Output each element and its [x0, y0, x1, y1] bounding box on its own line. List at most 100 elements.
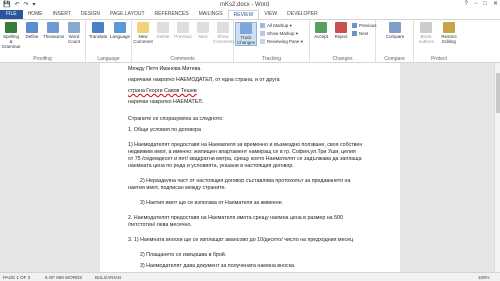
delete-comment-button[interactable]: Delete — [153, 22, 173, 39]
doc-line: /петстотин/ лева месечно. — [128, 222, 192, 228]
delete-icon — [157, 22, 169, 33]
next-comment-button[interactable]: Next — [193, 22, 213, 39]
changes-label: Changes — [332, 56, 353, 62]
comments-group: New Comment Delete Previous Next Show Co… — [132, 20, 235, 63]
doc-line: недвижим имот, а именно: жилищен апартам… — [128, 149, 356, 155]
comment-icon — [137, 22, 149, 33]
doc-line: от 75 /седемдесет и пет/ квадратни метра… — [128, 156, 362, 162]
previous-icon — [177, 22, 189, 33]
tab-page-layout[interactable]: PAGE LAYOUT — [105, 10, 150, 19]
doc-line: страна Георги Савов Тешев — [128, 88, 197, 95]
thesaurus-button[interactable]: Thesaurus — [43, 22, 64, 39]
tab-view[interactable]: VIEW — [259, 10, 282, 19]
word-count-indicator[interactable]: 5 OF 869 WORDS — [45, 274, 82, 281]
document-area: Мeждy Петя Иванова Митева наричани накра… — [0, 63, 500, 272]
track-changes-button[interactable]: Track Changes — [235, 22, 257, 46]
doc-line: 2) Плащането се извършва в брой. — [140, 252, 227, 258]
minimize-icon[interactable]: − — [474, 0, 478, 9]
show-comments-button[interactable]: Show Comments — [213, 22, 235, 44]
doc-line: 1. Общи условия по договора — [128, 127, 201, 133]
lock-icon — [443, 22, 455, 33]
tab-developer[interactable]: DEVELOPER — [282, 10, 323, 19]
accept-button[interactable]: Accept — [311, 22, 331, 39]
tracking-label: Tracking — [262, 56, 281, 62]
tab-design[interactable]: DESIGN — [76, 10, 105, 19]
tab-file[interactable]: FILE — [0, 10, 23, 19]
block-authors-icon — [420, 22, 432, 33]
reviewing-pane-dropdown[interactable]: Reviewing Pane ▾ — [260, 39, 303, 45]
doc-line-text: страна Георги Савов Тешев — [128, 88, 197, 94]
doc-line: 3. 1) Наемната вноски ще се изплащат ава… — [128, 237, 354, 243]
tab-references[interactable]: REFERENCES — [150, 10, 194, 19]
vertical-scrollbar[interactable] — [494, 63, 500, 272]
previous-change-button[interactable]: Previous — [352, 23, 377, 29]
reject-icon — [335, 22, 347, 33]
document-page[interactable]: Мeждy Петя Иванова Митева наричани накра… — [100, 63, 400, 272]
word-count-button[interactable]: Word Count — [64, 22, 84, 44]
undo-icon[interactable]: ↶ — [14, 1, 19, 9]
status-bar: PAGE 1 OF 3 5 OF 869 WORDS BULGARIAN 100… — [0, 272, 500, 281]
changes-group: Accept Reject Previous Next Changes — [310, 20, 377, 63]
save-icon[interactable]: 💾 — [3, 1, 10, 9]
show-markup-dropdown[interactable]: Show Markup ▾ — [260, 31, 298, 37]
doc-line: наемната цена по реда и условията, указа… — [128, 163, 294, 169]
show-comments-icon — [217, 22, 229, 33]
language-button[interactable]: Language — [110, 22, 130, 39]
proofing-label: Proofing — [33, 56, 52, 62]
window-title: mKs2.docx - Word — [220, 2, 270, 8]
next-icon — [197, 22, 209, 33]
next-change-icon — [352, 31, 357, 36]
redo-icon[interactable]: ↷ — [24, 1, 29, 9]
markup-icon — [260, 23, 265, 28]
customize-qat-icon[interactable]: ▾ — [33, 1, 36, 9]
display-for-review-dropdown[interactable]: All Markup ▾ — [260, 23, 292, 29]
protect-group: Block Authors Restrict Editing Protect — [414, 20, 464, 63]
previous-comment-button[interactable]: Previous — [173, 22, 193, 39]
new-comment-button[interactable]: New Comment — [133, 22, 153, 44]
compare-group: Compare Compare — [376, 20, 414, 63]
maximize-icon[interactable]: □ — [483, 0, 487, 9]
restrict-editing-button[interactable]: Restrict Editing — [439, 22, 459, 44]
next-change-button[interactable]: Next — [352, 31, 368, 37]
spelling-icon — [5, 22, 17, 33]
proofing-group: Spelling & Grammar Define Thesaurus Word… — [0, 20, 86, 63]
comments-label: Comments — [170, 56, 195, 62]
reviewing-pane-icon — [260, 39, 265, 44]
scrollbar-thumb[interactable] — [496, 73, 500, 113]
tab-home[interactable]: HOME — [23, 10, 48, 19]
ribbon-tabs: FILE HOME INSERT DESIGN PAGE LAYOUT REFE… — [0, 10, 500, 19]
translate-icon — [92, 22, 104, 33]
protect-label: Protect — [431, 56, 447, 62]
translate-button[interactable]: Translate — [88, 22, 108, 39]
reject-button[interactable]: Reject — [331, 22, 351, 39]
help-icon[interactable]: ? — [464, 0, 467, 9]
doc-line: 2. Наемодателят предоставя на Наемателя … — [128, 215, 343, 221]
word-count-icon — [68, 22, 80, 33]
page-indicator[interactable]: PAGE 1 OF 3 — [3, 274, 30, 281]
quick-access-toolbar: 💾 ↶ ↷ ▾ — [3, 1, 36, 9]
previous-change-icon — [352, 23, 357, 28]
tab-review[interactable]: REVIEW — [227, 10, 260, 19]
accept-icon — [315, 22, 327, 33]
globe-icon — [114, 22, 126, 33]
doc-line: 3) Наетия имот ще се използва от Наемате… — [140, 200, 284, 206]
language-label: Language — [97, 56, 120, 62]
tab-mailings[interactable]: MAILINGS — [194, 10, 228, 19]
tab-insert[interactable]: INSERT — [48, 10, 76, 19]
language-indicator[interactable]: BULGARIAN — [95, 274, 121, 281]
track-changes-icon — [240, 23, 252, 34]
define-button[interactable]: Define — [22, 22, 42, 39]
compare-button[interactable]: Compare — [385, 22, 405, 39]
compare-label: Compare — [384, 56, 405, 62]
zoom-level[interactable]: 100% — [478, 274, 490, 281]
block-authors-button[interactable]: Block Authors — [416, 22, 436, 44]
doc-line: Мeждy Петя Иванова Митева — [128, 66, 201, 72]
doc-line: наричани накратко НАЕМОДАТЕЛ, от една ст… — [128, 77, 280, 83]
language-group: Translate Language Language — [86, 20, 132, 63]
compare-icon — [389, 22, 401, 33]
doc-line: Страните се споразумяха за следното: — [128, 116, 224, 122]
spelling-grammar-button[interactable]: Spelling & Grammar — [1, 22, 21, 49]
doc-line: 3) Наемодателят дава документ за получен… — [140, 263, 296, 269]
close-icon[interactable]: ✕ — [493, 0, 498, 9]
doc-line: 2) Неразделна част от настоящия договор … — [140, 178, 351, 184]
